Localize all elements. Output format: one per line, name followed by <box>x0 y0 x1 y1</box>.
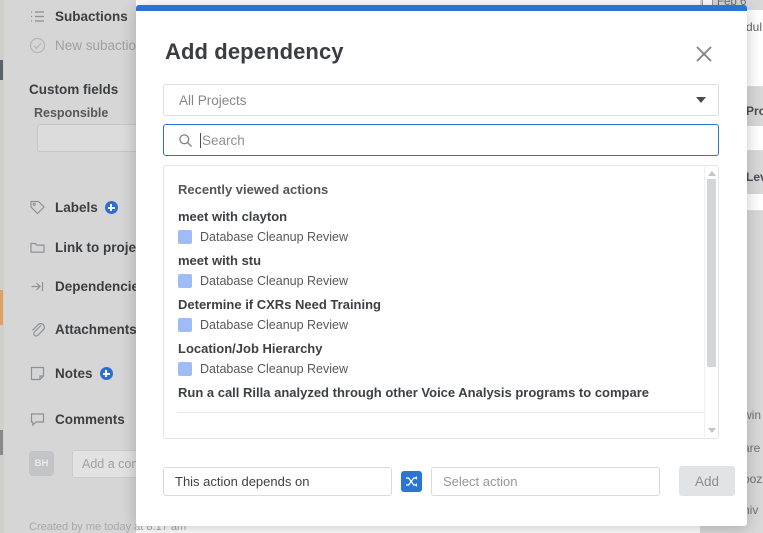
edge-segment-dark <box>0 430 3 455</box>
note-icon <box>29 365 46 382</box>
list-item[interactable]: Location/Job Hierarchy Database Cleanup … <box>164 332 704 376</box>
bg-fragment-schedule: dul <box>746 20 763 34</box>
add-button[interactable]: Add <box>679 466 735 496</box>
sidebar-item-new-subaction[interactable]: New subaction <box>29 37 144 54</box>
sidebar-item-labels[interactable]: Labels <box>29 199 118 216</box>
results-list[interactable]: Recently viewed actions meet with clayto… <box>163 165 719 439</box>
list-item-project-label: Database Cleanup Review <box>200 230 349 244</box>
list-item-project: Database Cleanup Review <box>178 362 704 376</box>
list-item-project: Database Cleanup Review <box>178 274 704 288</box>
bg-column-header-project: Pro <box>746 104 763 118</box>
project-filter-value: All Projects <box>179 92 247 108</box>
sidebar-item-label: Dependencies <box>55 279 147 294</box>
relation-type-value: This action depends on <box>175 473 310 489</box>
list-item[interactable]: Run a call Rilla analyzed through other … <box>164 376 704 413</box>
scroll-down-arrow-icon[interactable] <box>708 427 716 433</box>
search-field-wrapper: Search <box>163 124 719 156</box>
list-item-project: Database Cleanup Review <box>178 318 704 332</box>
list-item-project-label: Database Cleanup Review <box>200 274 349 288</box>
edge-segment-orange <box>0 290 3 325</box>
relation-type-dropdown[interactable]: This action depends on <box>163 466 392 496</box>
tag-icon <box>29 199 46 216</box>
list-item-title: Run a call Rilla analyzed through other … <box>178 385 650 400</box>
list-item[interactable]: meet with stu Database Cleanup Review <box>164 244 704 288</box>
close-icon[interactable] <box>693 43 715 65</box>
sidebar-item-dependencies[interactable]: Dependencies <box>29 278 147 295</box>
add-note-plus-icon[interactable] <box>99 367 113 380</box>
list-divider <box>178 412 704 413</box>
edge-segment-blue <box>0 60 3 80</box>
project-color-swatch-icon <box>178 230 192 244</box>
sidebar-item-label: Labels <box>55 200 98 215</box>
sidebar-item-notes[interactable]: Notes <box>29 365 113 382</box>
project-color-swatch-icon <box>178 362 192 376</box>
sidebar-item-label: Notes <box>55 366 93 381</box>
shuffle-icon[interactable] <box>401 470 422 492</box>
modal-title: Add dependency <box>165 39 344 64</box>
project-filter-dropdown[interactable]: All Projects <box>163 84 719 116</box>
list-item-title: meet with clayton <box>178 209 288 224</box>
select-action-dropdown[interactable]: Select action <box>431 466 660 496</box>
check-circle-icon <box>29 37 46 54</box>
results-inner: Recently viewed actions meet with clayto… <box>164 166 704 413</box>
scroll-up-arrow-icon[interactable] <box>708 171 716 177</box>
text-cursor <box>200 132 201 148</box>
scrollbar-thumb[interactable] <box>707 179 716 367</box>
search-icon <box>178 133 193 148</box>
chevron-down-icon <box>696 97 706 103</box>
sidebar-item-subactions[interactable]: Subactions <box>29 8 128 25</box>
dependency-icon <box>29 278 46 295</box>
sidebar-item-label: New subaction <box>55 38 144 53</box>
bg-column-header-level: Lev <box>746 170 763 184</box>
sidebar-edge-strip <box>0 0 4 533</box>
sidebar-item-label: Link to project <box>55 240 149 255</box>
list-icon <box>29 8 46 25</box>
add-label-plus-icon[interactable] <box>104 201 118 214</box>
sidebar-item-attachments[interactable]: Attachments <box>29 321 137 338</box>
select-action-placeholder: Select action <box>443 473 518 489</box>
modal-footer: This action depends on Select action Add <box>163 466 735 496</box>
sidebar-item-label: Attachments <box>55 322 137 337</box>
project-color-swatch-icon <box>178 318 192 332</box>
responsible-field-label: Responsible <box>34 106 109 120</box>
list-item[interactable]: Determine if CXRs Need Training Database… <box>164 288 704 332</box>
results-section-header: Recently viewed actions <box>178 182 329 197</box>
list-item-project-label: Database Cleanup Review <box>200 318 349 332</box>
modal-accent-bar <box>136 5 747 11</box>
results-scrollbar[interactable] <box>704 167 717 437</box>
search-input[interactable]: Search <box>163 124 719 156</box>
sidebar-item-label: Comments <box>55 412 125 427</box>
paperclip-icon <box>29 321 46 338</box>
project-color-swatch-icon <box>178 274 192 288</box>
avatar: BH <box>29 451 54 476</box>
list-item-title: meet with stu <box>178 253 262 268</box>
list-item-project: Database Cleanup Review <box>178 230 704 244</box>
list-item-title: Determine if CXRs Need Training <box>178 297 381 312</box>
sidebar-item-comments[interactable]: Comments <box>29 411 125 428</box>
sidebar-item-link-to-project[interactable]: Link to project <box>29 239 148 256</box>
search-placeholder: Search <box>202 132 245 148</box>
folder-icon <box>29 239 46 256</box>
list-item[interactable]: meet with clayton Database Cleanup Revie… <box>164 200 704 244</box>
list-item-title: Location/Job Hierarchy <box>178 341 323 356</box>
list-item-project-label: Database Cleanup Review <box>200 362 349 376</box>
custom-fields-heading: Custom fields <box>29 82 119 97</box>
screen: Subactions New subaction Custom fields R… <box>0 0 763 533</box>
sidebar-item-label: Subactions <box>55 9 128 24</box>
comment-icon <box>29 411 46 428</box>
